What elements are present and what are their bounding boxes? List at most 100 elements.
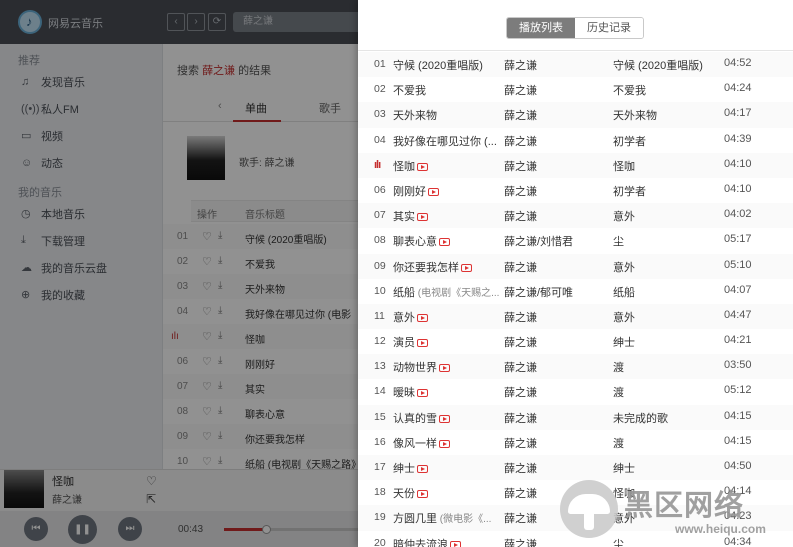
track-album: 守候 (2020重唱版)	[613, 60, 703, 72]
track-title-text: 其实	[393, 211, 415, 224]
track-number: 08	[374, 234, 386, 247]
playlist-tracks: 01 守候 (2020重唱版) 薛之谦 守候 (2020重唱版) 04:52 02 不爱我薛…	[358, 52, 793, 547]
playlist-row[interactable]: 16 像风一样 薛之谦 渡 04:15	[358, 430, 793, 455]
track-number: 03	[374, 108, 386, 121]
playlist-row[interactable]: 17 绅士 薛之谦 绅士 04:50	[358, 455, 793, 481]
track-title: 不爱我	[393, 82, 501, 98]
track-album: 渡	[613, 387, 624, 400]
track-title-text: 绅士	[393, 463, 415, 475]
track-artist: 薛之谦	[504, 437, 537, 450]
mv-icon[interactable]	[417, 339, 428, 348]
track-title: 暧昧	[393, 384, 501, 400]
track-number: 11	[374, 309, 385, 322]
mv-icon[interactable]	[439, 439, 450, 448]
track-title: 认真的雪	[393, 410, 501, 426]
track-artist: 薛之谦	[504, 110, 537, 123]
track-title-text: 不爱我	[393, 85, 426, 98]
mv-icon[interactable]	[417, 162, 428, 171]
playlist-row[interactable]: 08 聊表心意 薛之谦/刘惜君 尘 05:17	[358, 228, 793, 253]
track-title: 方圆几里 (微电影《...	[393, 510, 501, 526]
playlist-row[interactable]: 11 意外 薛之谦 意外 04:47	[358, 303, 793, 330]
playlist-row[interactable]: 12 演员 薛之谦 绅士 04:21	[358, 329, 793, 354]
playlist-row[interactable]: 03 天外来物 薛之谦 天外来物 04:17	[358, 102, 793, 128]
playlist-row[interactable]: 09 你还要我怎样 薛之谦 意外 05:10	[358, 253, 793, 279]
track-title: 你还要我怎样	[393, 259, 501, 275]
track-number: 15	[374, 410, 386, 423]
track-artist: 薛之谦/郁可唯	[504, 286, 574, 299]
modal-dim-overlay[interactable]	[0, 0, 358, 547]
mv-icon[interactable]	[439, 414, 450, 423]
track-title-text: 刚刚好	[393, 185, 426, 198]
track-number: 13	[374, 360, 386, 373]
watermark-url: www.heiqu.com	[675, 522, 766, 536]
playlist-row[interactable]: 15 认真的雪 薛之谦 未完成的歌 04:15	[358, 404, 793, 430]
track-title-text: 暧昧	[393, 387, 415, 400]
mv-icon[interactable]	[439, 364, 450, 373]
track-duration: 04:10	[724, 182, 752, 195]
playlist-row[interactable]: 07 其实 薛之谦 意外 04:02	[358, 203, 793, 229]
mv-icon[interactable]	[439, 238, 450, 247]
playlist-row[interactable]: 13 动物世界 薛之谦 渡 03:50	[358, 354, 793, 380]
track-duration: 04:39	[724, 132, 752, 145]
track-artist: 薛之谦	[504, 160, 537, 173]
track-album: 尘	[613, 236, 624, 249]
mv-icon[interactable]	[450, 540, 461, 547]
playlist-row[interactable]: ılı 怪咖 薛之谦 怪咖 04:10	[358, 152, 793, 178]
playlist-row[interactable]: 01 守候 (2020重唱版) 薛之谦 守候 (2020重唱版) 04:52	[358, 52, 793, 78]
track-title: 像风一样	[393, 435, 501, 451]
track-album: 天外来物	[613, 110, 657, 123]
playlist-segment-switch: 播放列表 历史记录	[506, 17, 644, 39]
playlist-row[interactable]: 14 暧昧 薛之谦 渡 05:12	[358, 379, 793, 404]
playlist-row[interactable]: 02 不爱我 薛之谦 不爱我 04:24	[358, 77, 793, 102]
track-title-text: 天外来物	[393, 110, 437, 123]
mv-icon[interactable]	[417, 313, 428, 322]
track-duration: 05:10	[724, 258, 752, 271]
track-album: 纸船	[613, 286, 635, 299]
mv-icon[interactable]	[428, 187, 439, 196]
track-duration: 04:17	[724, 107, 752, 120]
track-title: 怪咖	[393, 158, 501, 174]
track-subtitle: (微电影《...	[437, 514, 492, 526]
track-title-text: 我好像在哪见过你 (...	[393, 135, 497, 148]
track-duration: 04:52	[724, 57, 752, 69]
playlist-row[interactable]: 06 刚刚好 薛之谦 初学者 04:10	[358, 178, 793, 203]
tab-playlist[interactable]: 播放列表	[507, 18, 575, 38]
track-artist: 薛之谦	[504, 412, 537, 425]
divider	[358, 50, 793, 51]
mv-icon[interactable]	[417, 490, 428, 499]
track-title: 演员	[393, 334, 501, 350]
track-title: 天外来物	[393, 107, 501, 123]
playlist-row[interactable]: 04 我好像在哪见过你 (... 薛之谦 初学者 04:39	[358, 128, 793, 153]
watermark-text: 黑区网络	[624, 488, 745, 522]
track-duration: 04:02	[724, 208, 752, 221]
mv-icon[interactable]	[461, 263, 472, 272]
track-title-text: 天份	[393, 488, 415, 501]
mv-icon[interactable]	[417, 389, 428, 398]
track-title-text: 演员	[393, 337, 415, 350]
track-artist: 薛之谦	[504, 261, 537, 274]
track-album: 绅士	[613, 463, 635, 475]
track-album: 意外	[613, 211, 635, 224]
watermark: 黑区网络 www.heiqu.com	[560, 478, 792, 546]
track-artist: 薛之谦	[504, 211, 537, 224]
mv-icon[interactable]	[417, 465, 428, 473]
track-title-text: 暗仲去流浪	[393, 538, 448, 547]
playlist-row[interactable]: 10 纸船 (电视剧《天赐之... 薛之谦/郁可唯 纸船 04:07	[358, 279, 793, 304]
watermark-logo-icon	[560, 480, 618, 538]
track-title: 天份	[393, 485, 501, 501]
tab-history[interactable]: 历史记录	[575, 18, 643, 38]
track-duration: 04:07	[724, 283, 752, 296]
track-subtitle: (电视剧《天赐之...	[415, 287, 500, 299]
track-number: 02	[374, 83, 386, 96]
track-number: 16	[374, 435, 386, 448]
track-number: 09	[374, 259, 386, 272]
track-title: 刚刚好	[393, 183, 501, 199]
track-title: 暗仲去流浪	[393, 536, 501, 547]
track-duration: 04:24	[724, 82, 752, 95]
track-duration: 04:50	[724, 460, 752, 472]
track-album: 渡	[613, 362, 624, 375]
mv-icon[interactable]	[417, 213, 428, 222]
track-title: 纸船 (电视剧《天赐之...	[393, 284, 501, 300]
track-artist: 薛之谦	[504, 362, 537, 375]
track-duration: 03:50	[724, 359, 752, 372]
